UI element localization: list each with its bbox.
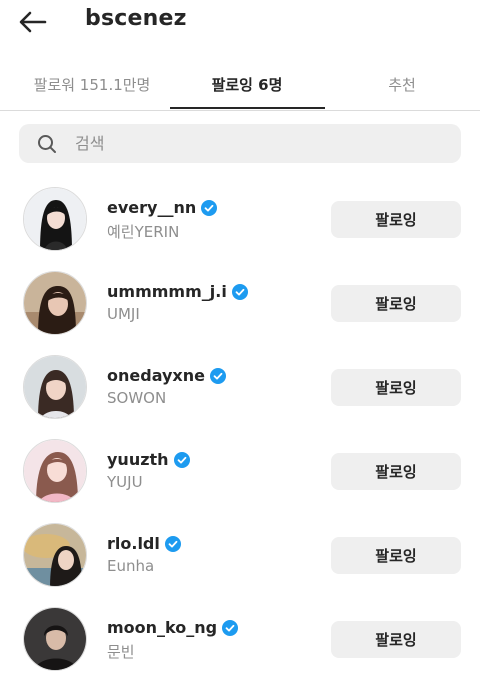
username[interactable]: every__nn [107,198,218,217]
tab-bar: 팔로워 151.1만명 팔로잉 6명 추천 [0,58,480,111]
following-button[interactable]: 팔로잉 [331,537,461,574]
verified-badge-icon [231,283,248,300]
tab-followers[interactable]: 팔로워 151.1만명 [12,58,172,110]
full-name: 문빈 [107,643,135,661]
list-item[interactable]: every__nn 예린YERIN 팔로잉 [0,187,480,271]
avatar[interactable] [23,607,87,671]
username-text: moon_ko_ng [107,618,218,637]
full-name: UMJI [107,305,140,323]
username[interactable]: yuuzth [107,450,190,469]
following-button[interactable]: 팔로잉 [331,201,461,238]
search-icon [37,134,57,154]
verified-badge-icon [164,535,181,552]
avatar[interactable] [23,439,87,503]
avatar[interactable] [23,187,87,251]
arrow-left-icon [19,11,47,33]
username-text: every__nn [107,198,197,217]
following-button[interactable]: 팔로잉 [331,369,461,406]
verified-badge-icon [209,367,226,384]
username-text: yuuzth [107,450,169,469]
username[interactable]: onedayxne [107,366,226,385]
username[interactable]: rlo.ldl [107,534,181,553]
full-name: YUJU [107,473,143,491]
username[interactable]: ummmmm_j.i [107,282,248,301]
username-text: rlo.ldl [107,534,160,553]
username[interactable]: moon_ko_ng [107,618,239,637]
username-text: ummmmm_j.i [107,282,227,301]
avatar[interactable] [23,523,87,587]
full-name: SOWON [107,389,167,407]
following-button[interactable]: 팔로잉 [331,453,461,490]
active-tab-indicator [170,107,325,109]
full-name: 예린YERIN [107,223,180,241]
list-item[interactable]: rlo.ldl Eunha 팔로잉 [0,523,480,607]
list-item[interactable]: yuuzth YUJU 팔로잉 [0,439,480,523]
list-item[interactable]: ummmmm_j.i UMJI 팔로잉 [0,271,480,355]
following-button[interactable]: 팔로잉 [331,285,461,322]
verified-badge-icon [222,619,239,636]
search-bar[interactable] [19,124,461,163]
list-item[interactable]: moon_ko_ng 문빈 팔로잉 [0,607,480,691]
verified-badge-icon [173,451,190,468]
avatar[interactable] [23,271,87,335]
back-button[interactable] [18,8,48,36]
full-name: Eunha [107,557,155,575]
page-title: bscenez [85,6,187,31]
list-item[interactable]: onedayxne SOWON 팔로잉 [0,355,480,439]
header-bar: bscenez [0,0,480,44]
tab-following[interactable]: 팔로잉 6명 [167,58,327,110]
verified-badge-icon [201,199,218,216]
search-input[interactable] [73,133,437,154]
tab-suggested[interactable]: 추천 [322,58,480,110]
avatar[interactable] [23,355,87,419]
username-text: onedayxne [107,366,205,385]
following-button[interactable]: 팔로잉 [331,621,461,658]
